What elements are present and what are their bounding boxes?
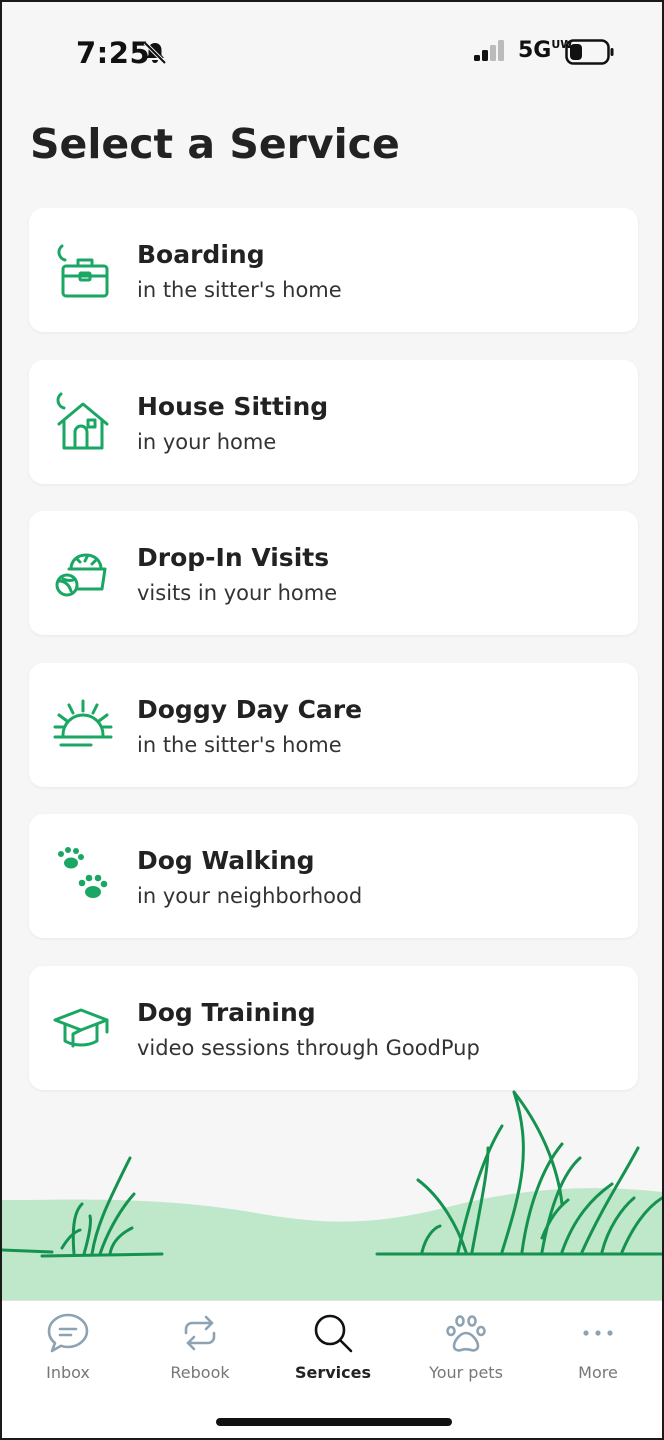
tab-your-pets[interactable]: Your pets — [411, 1311, 521, 1391]
suitcase-moon-icon — [57, 244, 109, 298]
search-icon — [314, 1314, 353, 1353]
rebook-arrows-icon — [184, 1315, 216, 1351]
service-card-dog-training[interactable]: Dog Training video sessions through Good… — [29, 966, 638, 1090]
tab-services[interactable]: Services — [278, 1311, 388, 1391]
app-screen: 7:25 5GUW Select a Service Boarding in t… — [0, 0, 664, 1440]
house-moon-icon — [56, 392, 109, 450]
status-time: 7:25 — [76, 36, 151, 70]
tab-more[interactable]: More — [543, 1311, 653, 1391]
service-description: in the sitter's home — [137, 278, 342, 302]
tab-label: Your pets — [429, 1363, 503, 1382]
service-description: in the sitter's home — [137, 733, 342, 757]
service-name: Dog Walking — [137, 846, 315, 875]
battery-icon — [565, 39, 614, 65]
tab-label: Rebook — [170, 1363, 230, 1382]
service-name: House Sitting — [137, 392, 329, 421]
status-bar: 7:25 5GUW — [2, 2, 662, 102]
service-card-drop-in-visits[interactable]: Drop-In Visits visits in your home — [29, 511, 638, 635]
paw-prints-icon — [58, 847, 108, 898]
tab-label: Services — [294, 1363, 372, 1382]
service-description: in your neighborhood — [137, 884, 363, 908]
service-card-dog-walking[interactable]: Dog Walking in your neighborhood — [29, 814, 638, 938]
tab-inbox[interactable]: Inbox — [13, 1311, 123, 1391]
service-name: Drop-In Visits — [137, 543, 330, 572]
paw-icon — [446, 1315, 486, 1352]
tab-label: Inbox — [46, 1363, 90, 1382]
bell-slash-icon — [143, 41, 167, 65]
service-name: Dog Training — [137, 998, 316, 1027]
network-label: 5G — [518, 38, 552, 63]
tab-rebook[interactable]: Rebook — [145, 1311, 255, 1391]
more-dots-icon — [583, 1330, 613, 1336]
page-title: Select a Service — [30, 120, 400, 168]
graduation-cap-icon — [53, 1008, 109, 1048]
home-indicator — [216, 1418, 452, 1426]
service-name: Doggy Day Care — [137, 695, 363, 724]
grass-illustration — [2, 1090, 662, 1300]
service-description: visits in your home — [137, 581, 338, 605]
service-card-doggy-day-care[interactable]: Doggy Day Care in the sitter's home — [29, 663, 638, 787]
tab-label: More — [578, 1363, 618, 1382]
chat-bubble-icon — [47, 1313, 89, 1353]
service-card-house-sitting[interactable]: House Sitting in your home — [29, 360, 638, 484]
service-card-boarding[interactable]: Boarding in the sitter's home — [29, 208, 638, 332]
service-name: Boarding — [137, 240, 265, 269]
service-description: video sessions through GoodPup — [137, 1036, 480, 1060]
signal-icon — [474, 40, 504, 61]
sunrise-icon — [53, 699, 113, 747]
service-description: in your home — [137, 430, 277, 454]
food-bowl-ball-icon — [55, 553, 107, 597]
